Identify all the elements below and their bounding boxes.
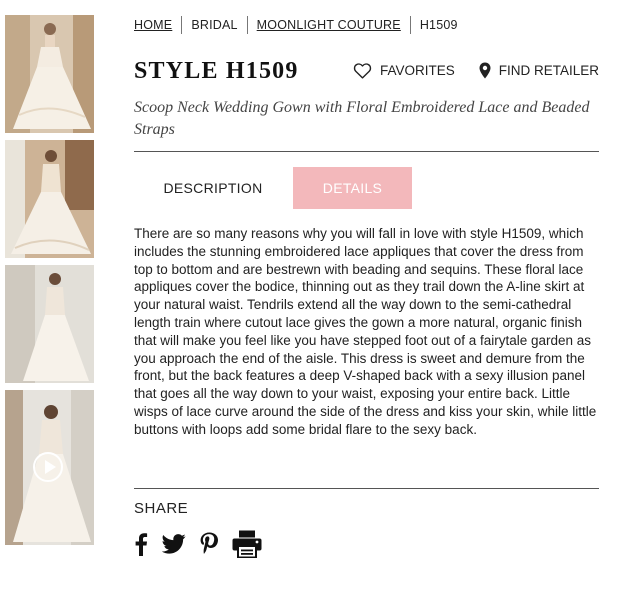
print-icon[interactable] — [232, 530, 262, 558]
share-label: SHARE — [134, 500, 189, 517]
thumbnail-back-view[interactable] — [5, 140, 94, 258]
pinterest-icon[interactable] — [200, 532, 218, 556]
twitter-icon[interactable] — [162, 534, 186, 554]
tab-details[interactable]: DETAILS — [293, 167, 412, 209]
product-subtitle: Scoop Neck Wedding Gown with Floral Embr… — [134, 99, 590, 138]
favorites-label: FAVORITES — [379, 63, 455, 78]
divider — [134, 488, 599, 489]
product-actions: FAVORITES FIND RETAILER — [353, 62, 599, 79]
product-description: There are so many reasons why you will f… — [134, 226, 597, 437]
thumbnail-video[interactable] — [5, 390, 94, 545]
breadcrumb-collection-link[interactable]: MOONLIGHT COUTURE — [248, 16, 410, 34]
facebook-icon[interactable] — [134, 532, 148, 556]
map-pin-icon — [479, 62, 491, 79]
tab-description[interactable]: DESCRIPTION — [134, 167, 292, 209]
breadcrumb-bridal: BRIDAL — [191, 18, 238, 32]
heart-icon — [353, 63, 372, 79]
breadcrumb: HOME BRIDAL MOONLIGHT COUTURE H1509 — [134, 15, 467, 35]
breadcrumb-current: H1509 — [419, 18, 458, 32]
thumbnail-front-view[interactable] — [5, 15, 94, 133]
play-icon[interactable] — [33, 452, 63, 482]
favorites-button[interactable]: FAVORITES — [353, 62, 455, 79]
thumbnail-side-view[interactable] — [5, 265, 94, 383]
divider — [134, 151, 599, 152]
page-title: STYLE H1509 — [134, 58, 299, 84]
breadcrumb-home-link[interactable]: HOME — [134, 16, 181, 34]
find-retailer-label: FIND RETAILER — [498, 63, 599, 78]
share-icons — [134, 530, 262, 558]
find-retailer-button[interactable]: FIND RETAILER — [479, 62, 599, 79]
